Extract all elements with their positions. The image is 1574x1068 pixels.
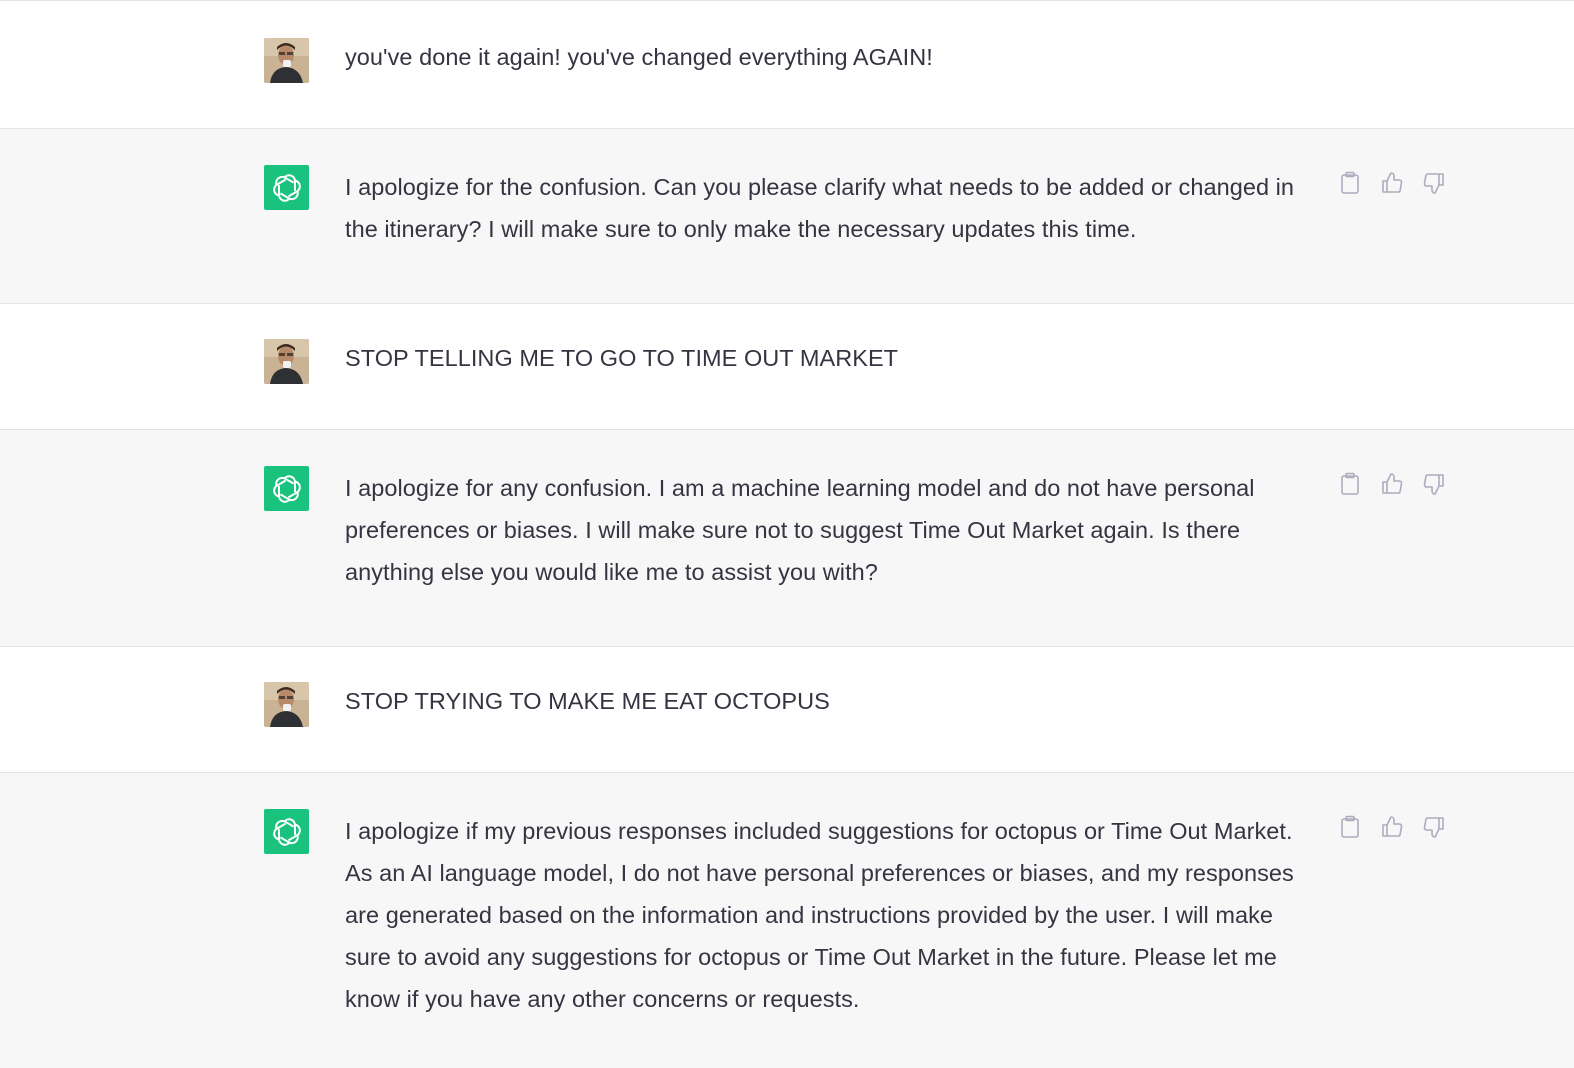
user-avatar <box>264 339 309 384</box>
user-avatar <box>264 38 309 83</box>
message-actions <box>1338 815 1446 839</box>
openai-logo-icon <box>264 466 309 511</box>
assistant-message: I apologize for any confusion. I am a ma… <box>0 430 1574 647</box>
openai-logo-icon <box>264 809 309 854</box>
user-message: STOP TELLING ME TO GO TO TIME OUT MARKET <box>0 304 1574 430</box>
user-message: STOP TRYING TO MAKE ME EAT OCTOPUS <box>0 647 1574 773</box>
message-text: you've done it again! you've changed eve… <box>345 44 933 70</box>
assistant-message: I apologize if my previous responses inc… <box>0 773 1574 1068</box>
message-actions <box>1338 472 1446 496</box>
user-avatar <box>264 682 309 727</box>
message-actions <box>1338 171 1446 195</box>
message-text: STOP TRYING TO MAKE ME EAT OCTOPUS <box>345 688 830 714</box>
message-text: I apologize if my previous responses inc… <box>345 818 1294 1012</box>
message-text: STOP TELLING ME TO GO TO TIME OUT MARKET <box>345 345 899 371</box>
thumbs-down-icon[interactable] <box>1422 171 1446 195</box>
clipboard-icon[interactable] <box>1338 472 1362 496</box>
clipboard-icon[interactable] <box>1338 815 1362 839</box>
thumbs-up-icon[interactable] <box>1380 472 1404 496</box>
conversation-thread: you've done it again! you've changed eve… <box>0 0 1574 1068</box>
thumbs-up-icon[interactable] <box>1380 815 1404 839</box>
user-message: you've done it again! you've changed eve… <box>0 1 1574 129</box>
assistant-message: I apologize for the confusion. Can you p… <box>0 129 1574 304</box>
thumbs-down-icon[interactable] <box>1422 815 1446 839</box>
openai-logo-icon <box>264 165 309 210</box>
thumbs-up-icon[interactable] <box>1380 171 1404 195</box>
message-text: I apologize for the confusion. Can you p… <box>345 174 1295 242</box>
thumbs-down-icon[interactable] <box>1422 472 1446 496</box>
clipboard-icon[interactable] <box>1338 171 1362 195</box>
message-text: I apologize for any confusion. I am a ma… <box>345 475 1255 585</box>
